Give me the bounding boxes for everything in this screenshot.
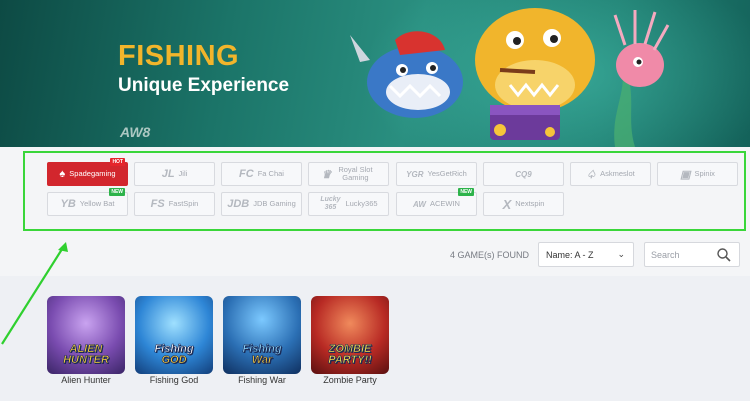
- provider-label: FastSpin: [168, 199, 199, 208]
- jili-logo-icon: JL: [161, 168, 175, 180]
- page: FISHING Unique Experience AW8 ♠ Spadegam…: [0, 0, 750, 401]
- games-found-count: 4 GAME(s) FOUND: [450, 250, 530, 260]
- provider-yesgetrich[interactable]: YGR YesGetRich: [396, 162, 477, 186]
- provider-spinix[interactable]: ▣ Spinix: [657, 162, 738, 186]
- sort-selected-value: Name: A - Z: [546, 250, 594, 260]
- provider-label: Yellow Bat: [79, 199, 115, 208]
- game-art-title: ZOMBIE PARTY!!: [311, 343, 389, 366]
- new-badge: NEW: [458, 188, 474, 196]
- provider-label: ACEWIN: [429, 199, 460, 208]
- provider-spadegaming[interactable]: ♠ Spadegaming HOT: [47, 158, 128, 186]
- provider-jdb-gaming[interactable]: JDB JDB Gaming: [221, 192, 302, 216]
- provider-label: Nextspin: [515, 199, 545, 208]
- ygr-logo-icon: YGR: [406, 169, 424, 179]
- spade-outline-icon: ♤: [586, 168, 597, 181]
- provider-jili[interactable]: JL Jili: [134, 162, 215, 186]
- fastspin-logo-icon: FS: [150, 198, 165, 210]
- game-name[interactable]: Zombie Party: [311, 375, 389, 385]
- cq9-logo-icon: CQ9: [515, 169, 532, 179]
- game-art-line: HUNTER: [63, 354, 109, 366]
- game-card-fishing-god[interactable]: Fishing GOD Fishing God: [135, 296, 213, 385]
- annotation-arrow: [1, 242, 68, 345]
- yellow-bat-logo-icon: YB: [60, 198, 76, 210]
- game-art-line: PARTY!!: [328, 354, 372, 366]
- search-icon[interactable]: [716, 247, 732, 263]
- lucky365-logo-icon: Lucky 365: [320, 196, 341, 211]
- search-box: [644, 242, 740, 267]
- game-art-line: GOD: [161, 354, 187, 366]
- acewin-logo-icon: AW: [413, 199, 426, 209]
- game-name[interactable]: Fishing War: [223, 375, 301, 385]
- provider-label: Spadegaming: [69, 169, 116, 178]
- provider-label: Askmeslot: [600, 169, 635, 178]
- provider-label: YesGetRich: [427, 169, 467, 178]
- game-name[interactable]: Fishing God: [135, 375, 213, 385]
- sort-dropdown[interactable]: Name: A - Z ⌄: [538, 242, 634, 267]
- banner-fish-characters-illustration: [350, 8, 670, 147]
- game-art-title: Fishing GOD: [135, 343, 213, 366]
- chevron-down-icon: ⌄: [617, 249, 625, 259]
- provider-acewin[interactable]: AW ACEWIN NEW: [396, 188, 477, 216]
- provider-label: Spinix: [694, 169, 715, 178]
- provider-label: Royal Slot Gaming: [338, 165, 373, 182]
- nextspin-x-icon: X: [502, 196, 512, 212]
- game-thumbnail[interactable]: Fishing GOD: [135, 296, 213, 374]
- provider-fastspin[interactable]: FS FastSpin: [134, 192, 215, 216]
- provider-askmeslot[interactable]: ♤ Askmeslot: [570, 162, 651, 186]
- banner-subtitle: Unique Experience: [118, 75, 290, 96]
- spade-icon: ♠: [59, 168, 66, 180]
- hot-badge: HOT: [110, 158, 125, 166]
- game-thumbnail[interactable]: ZOMBIE PARTY!!: [311, 296, 389, 374]
- provider-royal-slot-gaming[interactable]: ♛ Royal Slot Gaming: [308, 162, 389, 186]
- provider-label: Jili: [178, 169, 188, 178]
- provider-cq9[interactable]: CQ9: [483, 162, 564, 186]
- provider-label: Lucky365: [345, 199, 378, 208]
- provider-label: JDB Gaming: [253, 199, 296, 208]
- game-art-line: War: [251, 354, 273, 366]
- game-card-zombie-party[interactable]: ZOMBIE PARTY!! Zombie Party: [311, 296, 389, 385]
- fishing-banner: FISHING Unique Experience AW8: [0, 0, 750, 147]
- jdb-logo-icon: JDB: [227, 198, 250, 210]
- provider-label: Fa Chai: [257, 169, 284, 178]
- crown-icon: ♛: [321, 168, 332, 181]
- banner-title: FISHING: [118, 40, 240, 72]
- fa-chai-logo-icon: FC: [239, 168, 254, 180]
- provider-lucky365[interactable]: Lucky 365 Lucky365: [308, 192, 389, 216]
- provider-yellow-bat[interactable]: YB Yellow Bat NEW: [47, 188, 128, 216]
- filter-bar: [0, 234, 750, 276]
- search-input[interactable]: [651, 248, 715, 262]
- new-badge: NEW: [109, 188, 125, 196]
- game-thumbnail[interactable]: Fishing War: [223, 296, 301, 374]
- provider-nextspin[interactable]: X Nextspin: [483, 192, 564, 216]
- game-art-title: Fishing War: [223, 343, 301, 366]
- game-card-fishing-war[interactable]: Fishing War Fishing War: [223, 296, 301, 385]
- cube-icon: ▣: [680, 168, 691, 181]
- game-name[interactable]: Alien Hunter: [47, 375, 125, 385]
- provider-fa-chai[interactable]: FC Fa Chai: [221, 162, 302, 186]
- brand-logo: AW8: [120, 124, 151, 140]
